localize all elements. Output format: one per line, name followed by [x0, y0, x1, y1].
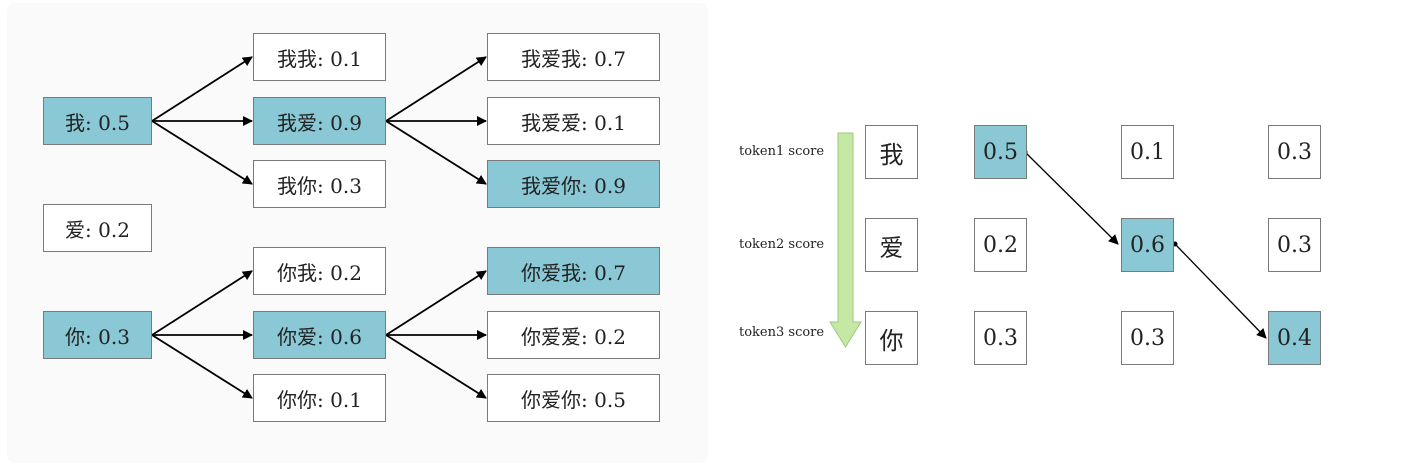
down-arrow-icon — [829, 132, 862, 348]
level2-node: 你我: 0.2 — [253, 247, 386, 295]
score-cell: 0.2 — [974, 218, 1027, 272]
score-cell: 0.3 — [974, 311, 1027, 365]
greedy-path-line — [1172, 241, 1267, 339]
score-cell: 0.5 — [974, 125, 1027, 179]
level3-node: 我爱我: 0.7 — [487, 33, 660, 81]
edge-arrow — [385, 56, 487, 122]
level2-node: 你你: 0.1 — [253, 374, 386, 422]
level2-node: 我我: 0.1 — [253, 33, 386, 81]
level3-node: 你爱爱: 0.2 — [487, 311, 660, 359]
level3-node: 我爱爱: 0.1 — [487, 97, 660, 145]
edge-arrow — [151, 120, 253, 185]
score-cell: 0.4 — [1268, 311, 1321, 365]
score-cell: 0.1 — [1121, 125, 1174, 179]
edge-arrow — [151, 56, 253, 122]
score-cell: 0.3 — [1121, 311, 1174, 365]
level3-node: 你爱你: 0.5 — [487, 374, 660, 422]
score-cell: 0.3 — [1268, 125, 1321, 179]
row-label: token3 score — [739, 325, 825, 340]
root-node-ni: 你: 0.3 — [43, 311, 152, 359]
edge-arrow — [151, 270, 253, 336]
edge-arrow — [385, 120, 487, 185]
row-label: token1 score — [739, 144, 825, 159]
token-cell: 你 — [865, 311, 918, 365]
score-cell: 0.3 — [1268, 218, 1321, 272]
edge-arrow — [151, 334, 253, 399]
row-label: token2 score — [739, 237, 825, 252]
level2-node: 我你: 0.3 — [253, 160, 386, 208]
edge-arrow — [385, 270, 487, 336]
root-node-wo: 我: 0.5 — [43, 97, 152, 145]
greedy-path-line — [1022, 149, 1119, 245]
level2-node: 我爱: 0.9 — [253, 97, 386, 145]
edge-arrow — [385, 334, 487, 399]
token-cell: 爱 — [865, 218, 918, 272]
token-cell: 我 — [865, 125, 918, 179]
connector-layer — [151, 56, 1267, 399]
score-cell: 0.6 — [1121, 218, 1174, 272]
level3-node: 我爱你: 0.9 — [487, 160, 660, 208]
level2-node: 你爱: 0.6 — [253, 311, 386, 359]
level3-node: 你爱我: 0.7 — [487, 247, 660, 295]
root-node-ai: 爱: 0.2 — [43, 204, 152, 252]
